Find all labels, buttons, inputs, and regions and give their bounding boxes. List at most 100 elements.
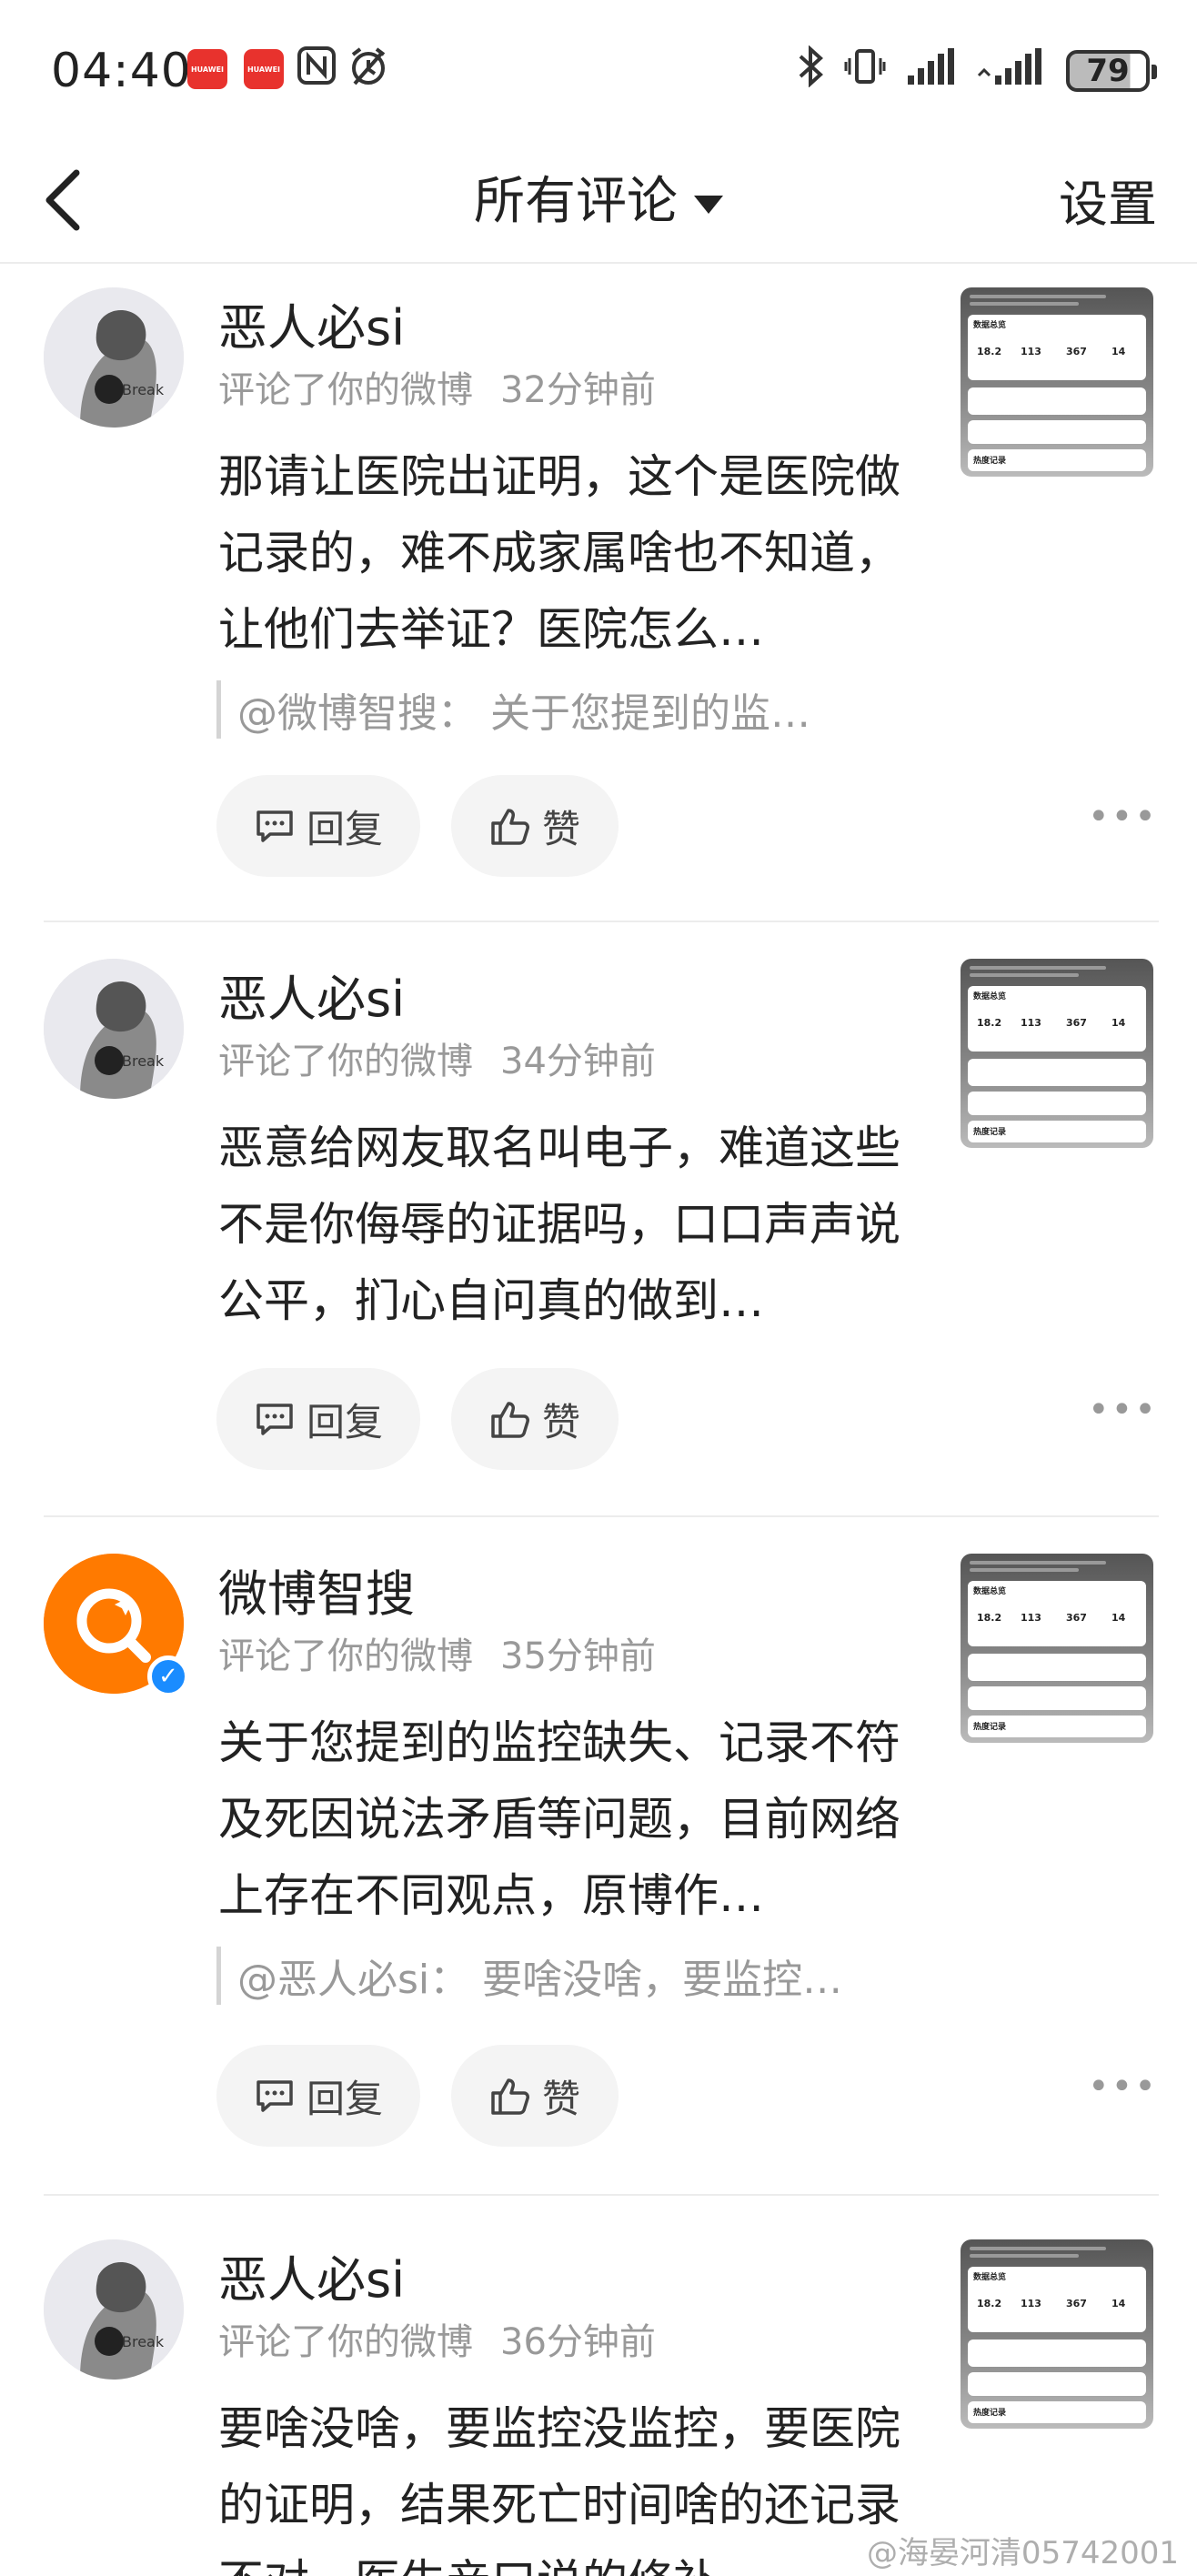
top-nav-bar: 所有评论 设置 [0,136,1197,264]
thumbnail-text-line [970,295,1106,298]
divider [44,2194,1159,2196]
thumbnail-stat: 367 [1066,2298,1087,2309]
avatar[interactable]: Break [44,287,184,428]
thumbnail-text-line [970,1568,1079,1572]
reply-button[interactable]: 回复 [216,775,420,877]
nfc-icon [297,45,337,95]
watermark: @海晏河清05742001 [866,2535,1179,2571]
comments-filter-dropdown[interactable]: 所有评论 [0,160,1197,234]
thumbnail-section-label: 热度记录 [973,457,1007,466]
more-options-icon[interactable]: ••• [1088,1392,1156,1437]
thumbnail-title: 数据总览 [973,992,1007,1001]
huawei-app-icon: HUAWEI [244,49,284,89]
comment-time: 34分钟前 [500,1041,656,1082]
reply-label: 回复 [306,1399,383,1444]
divider [44,921,1159,922]
thumbnail-text-line [970,2254,1079,2258]
status-time: 04:40 [51,44,192,98]
comment-username[interactable]: 恶人必si [218,287,405,359]
thumbnail-stat: 14 [1112,2298,1126,2309]
comment-icon [256,2080,293,2112]
thumbnail-card [968,2372,1146,2396]
divider [44,1515,1159,1517]
avatar[interactable]: ✓ [44,1554,189,1697]
like-button[interactable]: 赞 [451,2045,619,2147]
thumbnail-card: 数据总览 18.2 113 367 14 [968,986,1146,1052]
avatar[interactable]: Break [44,959,184,1099]
battery-indicator: 79 [1066,50,1157,92]
vibrate-icon [844,45,886,96]
thumbnail-card [968,1092,1146,1115]
avatar[interactable]: Break [44,2239,184,2380]
verified-badge-icon: ✓ [147,1655,189,1697]
like-button[interactable]: 赞 [451,775,619,877]
thumbnail-card: 数据总览 18.2 113 367 14 [968,315,1146,380]
more-options-icon[interactable]: ••• [1088,799,1156,844]
comment-text[interactable]: 关于您提到的监控缺失、记录不符及死因说法矛盾等问题，目前网络上存在不同观点，原博… [218,1705,910,1934]
thumbnail-card [968,1686,1146,1710]
thumbnail-stat: 367 [1066,1017,1087,1029]
comment-meta: 评论了你的微博 34分钟前 [218,1031,656,1084]
thumbnail-text-line [970,973,1079,977]
like-button[interactable]: 赞 [451,1368,619,1470]
like-label: 赞 [541,2076,580,2121]
comment-time: 32分钟前 [500,369,656,411]
comment-username[interactable]: 微博智搜 [218,1554,415,1625]
comment-username[interactable]: 恶人必si [218,959,405,1031]
avatar-caption: Break [122,381,165,398]
quoted-reply[interactable]: @微博智搜： 关于您提到的监… [216,680,908,739]
comment-action: 评论了你的微博 [218,2321,473,2363]
thumbnail-stat: 367 [1066,346,1087,357]
weibo-thumbnail[interactable]: 数据总览 18.2 113 367 14 热度记录 [961,287,1153,477]
reply-button[interactable]: 回复 [216,1368,420,1470]
settings-button[interactable]: 设置 [1059,164,1157,236]
reply-label: 回复 [306,806,383,851]
thumbnail-card [968,387,1146,415]
thumbnail-title: 数据总览 [973,2273,1007,2282]
status-bar: 04:40 HUAWEI HUAWEI 79 [0,0,1197,136]
thumbnail-stat: 14 [1112,346,1126,357]
comment-username[interactable]: 恶人必si [218,2239,405,2311]
thumbnail-card: 热度记录 [968,449,1146,471]
thumbnail-card [968,420,1146,444]
thumbnail-stat: 18.2 [977,346,1002,357]
thumbnail-section-label: 热度记录 [973,1128,1007,1137]
weibo-thumbnail[interactable]: 数据总览 18.2 113 367 14 热度记录 [961,1554,1153,1743]
weibo-thumbnail[interactable]: 数据总览 18.2 113 367 14 热度记录 [961,959,1153,1148]
thumbnail-title: 数据总览 [973,321,1007,330]
avatar-caption: Break [122,1052,165,1070]
comment-meta: 评论了你的微博 36分钟前 [218,2312,656,2365]
comment-text[interactable]: 恶意给网友取名叫电子，难道这些不是你侮辱的证据吗，口口声声说公平，扪心自问真的做… [218,1110,910,1339]
like-label: 赞 [541,806,580,851]
reply-button[interactable]: 回复 [216,2045,420,2147]
thumbnail-card: 数据总览 18.2 113 367 14 [968,1581,1146,1646]
weibo-thumbnail[interactable]: 数据总览 18.2 113 367 14 热度记录 [961,2239,1153,2429]
comment-time: 35分钟前 [500,1635,656,1677]
status-indicators: 79 [797,45,1157,96]
like-label: 赞 [541,1399,580,1444]
quoted-reply[interactable]: @恶人必si： 要啥没啥，要监控… [216,1947,908,2005]
thumbnail-card [968,2340,1146,2367]
comment-text[interactable]: 要啥没啥，要监控没监控，要医院的证明，结果死亡时间啥的还记录不对，医生亲口说的修… [218,2390,910,2576]
comment-meta: 评论了你的微博 35分钟前 [218,1626,656,1679]
more-options-icon[interactable]: ••• [1088,2068,1156,2114]
thumbnail-stat: 14 [1112,1612,1126,1624]
comment-text[interactable]: 那请让医院出证明，这个是医院做记录的，难不成家属啥也不知道，让他们去举证？医院怎… [218,438,910,668]
bluetooth-icon [797,45,824,96]
reply-label: 回复 [306,2076,383,2121]
thumbnail-stat: 113 [1021,1017,1041,1029]
thumbnail-card [968,1059,1146,1086]
comment-action: 评论了你的微博 [218,1041,473,1082]
thumbnail-stat: 113 [1021,1612,1041,1624]
thumbnail-section-label: 热度记录 [973,1723,1007,1732]
thumbs-up-icon [491,2078,529,2115]
thumbnail-card [968,1654,1146,1681]
thumbnail-stat: 18.2 [977,1612,1002,1624]
page-title: 所有评论 [474,172,678,231]
thumbnail-text-line [970,1561,1106,1565]
thumbnail-text-line [970,966,1106,970]
comment-icon [256,810,293,842]
thumbnail-stat: 14 [1112,1017,1126,1029]
thumbnail-text-line [970,302,1079,306]
thumbs-up-icon [491,1402,529,1438]
